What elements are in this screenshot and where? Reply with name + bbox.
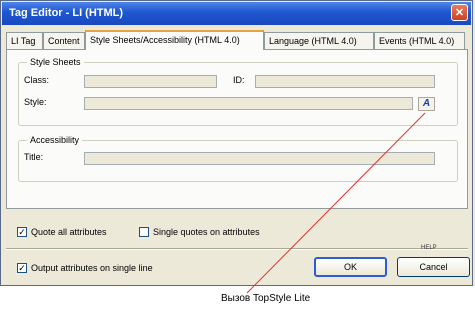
callout-pointer	[246, 112, 426, 294]
tab-style-sheets-accessibility[interactable]: Style Sheets/Accessibility (HTML 4.0)	[85, 30, 264, 50]
